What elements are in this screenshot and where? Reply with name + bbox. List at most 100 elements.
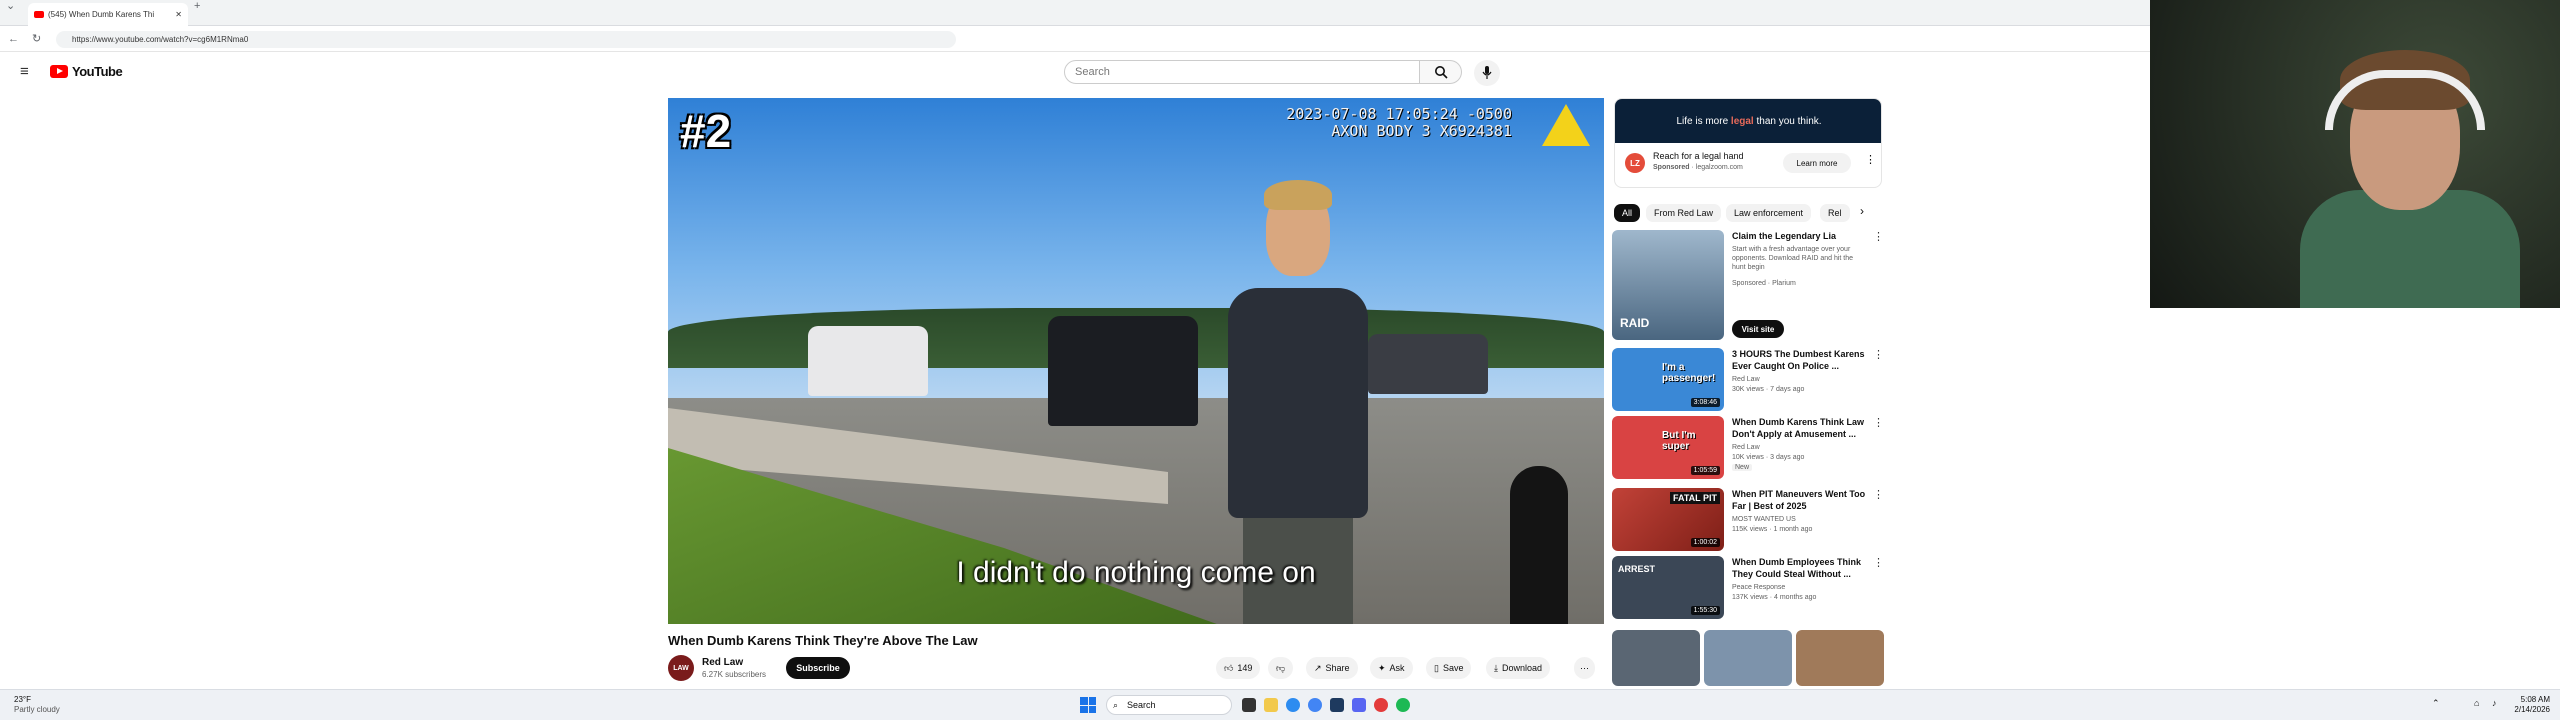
edge-icon[interactable]: [1286, 698, 1300, 712]
discord-icon[interactable]: [1352, 698, 1366, 712]
ask-button[interactable]: ✦ Ask: [1370, 657, 1413, 679]
download-icon: ⤓: [1494, 662, 1498, 673]
warning-triangle-icon: [1542, 104, 1590, 146]
youtube-logo[interactable]: YouTube: [50, 64, 123, 79]
voice-search-button[interactable]: [1474, 60, 1500, 86]
download-label: Download: [1501, 663, 1543, 673]
learn-more-button[interactable]: Learn more: [1783, 153, 1851, 173]
police-car-left: [808, 326, 928, 396]
save-button[interactable]: ▯ Save: [1426, 657, 1472, 679]
rec-menu-icon[interactable]: ⋮: [1873, 556, 1884, 569]
rec-thumbnail[interactable]: But I'm super 1:05:59: [1612, 416, 1724, 479]
ad-title[interactable]: Reach for a legal hand: [1653, 151, 1744, 161]
more-actions-button[interactable]: ⋯: [1574, 657, 1595, 679]
ad-menu-icon[interactable]: ⋮: [1865, 153, 1876, 166]
rec-title[interactable]: 3 HOURS The Dumbest Karens Ever Caught O…: [1732, 348, 1870, 372]
rec-menu-icon[interactable]: ⋮: [1873, 348, 1884, 361]
rec-title[interactable]: When Dumb Karens Think Law Don't Apply a…: [1732, 416, 1870, 440]
video-caption: I didn't do nothing come on: [956, 556, 1316, 589]
rec-thumbnail[interactable]: I'm a passenger! 3:08:46: [1612, 348, 1724, 411]
back-icon[interactable]: ←: [8, 27, 19, 52]
rec-menu-icon[interactable]: ⋮: [1873, 488, 1884, 501]
rec-channel[interactable]: Red Law: [1732, 444, 1760, 451]
rec-thumbnail-text: ARREST: [1618, 564, 1656, 574]
rec-item[interactable]: FATAL PIT 1:00:02 When PIT Maneuvers Wen…: [1612, 488, 1884, 554]
chip-all[interactable]: All: [1614, 204, 1641, 222]
short-thumbnail[interactable]: [1796, 630, 1884, 686]
chip-from-red-law[interactable]: From Red Law: [1646, 204, 1722, 222]
ad-banner[interactable]: Life is more legal than you think.: [1615, 99, 1881, 143]
chrome-icon[interactable]: [1308, 698, 1322, 712]
short-thumbnail[interactable]: [1612, 630, 1700, 686]
new-tab-icon[interactable]: +: [194, 0, 200, 19]
rec-item[interactable]: I'm a passenger! 3:08:46 3 HOURS The Dum…: [1612, 348, 1884, 414]
network-icon[interactable]: ⌂: [2474, 698, 2479, 708]
rec-title[interactable]: When PIT Maneuvers Went Too Far | Best o…: [1732, 488, 1870, 512]
channel-row: LAW Red Law 6.27K subscribers Subscribe …: [668, 655, 1604, 681]
url-field[interactable]: https://www.youtube.com/watch?v=cg6M1RNm…: [56, 31, 956, 48]
app-icon[interactable]: [1330, 698, 1344, 712]
rec-meta: 137K views · 4 months ago: [1732, 594, 1817, 601]
ad-card[interactable]: Life is more legal than you think. LZ Re…: [1614, 98, 1882, 188]
webcam-overlay: [2150, 0, 2560, 308]
rec-title[interactable]: Claim the Legendary Lia: [1732, 230, 1870, 242]
address-bar-row: ← ↻ https://www.youtube.com/watch?v=cg6M…: [0, 27, 2150, 52]
download-button[interactable]: ⤓ Download: [1486, 657, 1551, 679]
browser-tabstrip: ⌄ (545) When Dumb Karens Thi ✕ +: [0, 0, 2150, 26]
weather-widget[interactable]: 23°F Partly cloudy: [14, 695, 60, 715]
volume-icon[interactable]: ♪: [2492, 698, 2497, 708]
video-title: When Dumb Karens Think They're Above The…: [668, 633, 978, 648]
dislike-button[interactable]: 👎︎: [1268, 657, 1294, 679]
rec-title[interactable]: When Dumb Employees Think They Could Ste…: [1732, 556, 1870, 580]
subscribe-button[interactable]: Subscribe: [786, 657, 850, 679]
channel-name[interactable]: Red Law: [702, 657, 743, 668]
spotify-icon[interactable]: [1396, 698, 1410, 712]
like-button[interactable]: 👍︎ 149: [1216, 657, 1261, 679]
visit-site-button[interactable]: Visit site: [1732, 320, 1784, 338]
rec-menu-icon[interactable]: ⋮: [1873, 416, 1884, 429]
search-input[interactable]: Search: [1064, 60, 1420, 84]
video-player[interactable]: #2 2023-07-08 17:05:24 -0500 AXON BODY 3…: [668, 98, 1604, 624]
share-icon: ↗: [1314, 662, 1322, 673]
ad-banner-text: Life is more: [1676, 115, 1729, 127]
short-thumbnail[interactable]: [1704, 630, 1792, 686]
rec-channel[interactable]: Peace Response: [1732, 584, 1785, 591]
search-button[interactable]: [1420, 60, 1462, 84]
chip-law-enforcement[interactable]: Law enforcement: [1726, 204, 1812, 222]
reload-icon[interactable]: ↻: [32, 27, 41, 52]
rec-thumbnail[interactable]: ARREST 1:55:30: [1612, 556, 1724, 619]
subscriber-count: 6.27K subscribers: [702, 670, 767, 679]
taskbar-search-label: Search: [1127, 700, 1156, 710]
taskbar-search[interactable]: ⌕ Search: [1106, 695, 1232, 715]
rec-thumbnail[interactable]: RAID: [1612, 230, 1724, 340]
tray-chevron-icon[interactable]: ⌃: [2432, 698, 2440, 709]
chip-related[interactable]: Rel: [1820, 204, 1850, 222]
officer-hair: [1264, 180, 1332, 210]
rec-item[interactable]: But I'm super 1:05:59 When Dumb Karens T…: [1612, 416, 1884, 482]
chevron-right-icon[interactable]: ›: [1860, 204, 1864, 218]
weather-desc: Partly cloudy: [14, 705, 60, 714]
ad-banner-text-end: than you think.: [1756, 115, 1822, 127]
rec-channel[interactable]: MOST WANTED US: [1732, 516, 1796, 523]
tab-close-icon[interactable]: ✕: [175, 10, 182, 19]
rec-thumbnail[interactable]: FATAL PIT 1:00:02: [1612, 488, 1724, 551]
youtube-logo-text: YouTube: [72, 64, 123, 79]
officer-body: [1228, 288, 1368, 518]
windows-start-icon[interactable]: [1080, 697, 1096, 713]
browser-tab-active[interactable]: (545) When Dumb Karens Thi ✕: [28, 3, 188, 26]
sponsored-recommendation[interactable]: RAID Claim the Legendary Lia Start with …: [1612, 230, 1884, 342]
rec-channel[interactable]: Red Law: [1732, 376, 1760, 383]
clock[interactable]: 5:08 AM 2/14/2026: [2510, 695, 2550, 715]
tab-list-icon[interactable]: ⌄: [6, 0, 15, 19]
rec-item[interactable]: ARREST 1:55:30 When Dumb Employees Think…: [1612, 556, 1884, 622]
share-button[interactable]: ↗ Share: [1306, 657, 1358, 679]
rec-menu-icon[interactable]: ⋮: [1873, 230, 1884, 243]
ask-label: Ask: [1389, 663, 1405, 673]
channel-avatar[interactable]: LAW: [668, 655, 694, 681]
menu-icon[interactable]: ≡: [20, 63, 29, 80]
file-explorer-icon[interactable]: [1264, 698, 1278, 712]
youtube-favicon-icon: [34, 11, 44, 18]
video-rank-badge: #2: [680, 105, 732, 157]
app-icon-red[interactable]: [1374, 698, 1388, 712]
task-view-icon[interactable]: [1242, 698, 1256, 712]
